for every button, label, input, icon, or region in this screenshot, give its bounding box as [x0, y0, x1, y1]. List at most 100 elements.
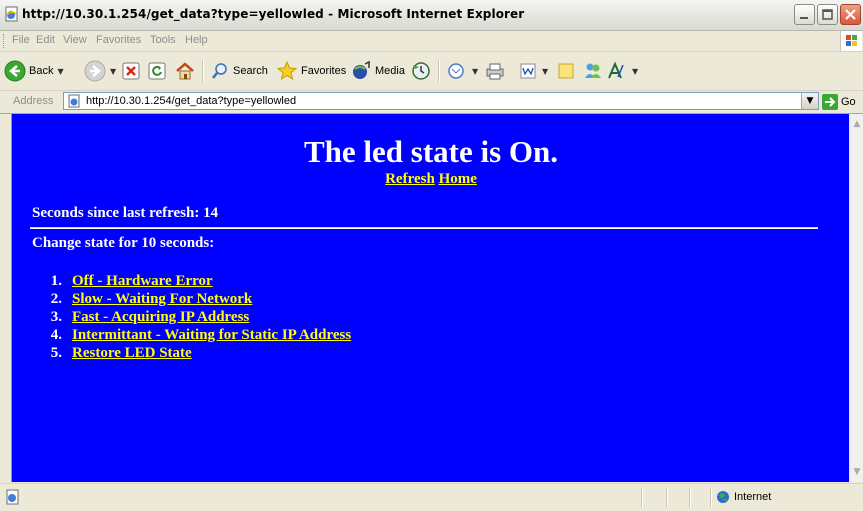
windows-logo-icon: [840, 31, 862, 51]
status-divider: [666, 487, 668, 507]
menu-tools[interactable]: Tools: [150, 34, 176, 46]
stop-icon: [122, 62, 140, 80]
mail-button[interactable]: ▼: [446, 59, 478, 83]
menu-grip[interactable]: [3, 34, 7, 48]
search-label: Search: [233, 65, 268, 77]
maximize-button[interactable]: [817, 4, 838, 25]
history-icon: [412, 62, 430, 80]
go-button[interactable]: Go: [822, 93, 856, 110]
home-icon: [176, 62, 194, 80]
menu-bar: File Edit View Favorites Tools Help: [0, 31, 863, 52]
edit-button[interactable]: ▼: [518, 59, 548, 83]
scroll-down-icon[interactable]: ▼: [850, 465, 863, 479]
list-number: 3.: [50, 309, 62, 325]
note-icon: [558, 63, 574, 79]
status-bar: Internet: [0, 483, 863, 511]
address-input[interactable]: http://10.30.1.254/get_data?type=yellowl…: [63, 92, 819, 110]
nav-links: Refresh Home: [12, 171, 850, 188]
refresh-link[interactable]: Refresh: [385, 171, 435, 187]
vertical-scrollbar[interactable]: ▲ ▼: [849, 114, 863, 482]
option-intermittent-link[interactable]: Intermittant - Waiting for Static IP Add…: [72, 327, 351, 343]
page-status-icon: [6, 489, 19, 505]
change-state-heading: Change state for 10 seconds:: [32, 235, 215, 251]
ie-page-icon: [5, 6, 18, 22]
list-number: 1.: [50, 273, 62, 289]
led-options-list: 1. Off - Hardware Error 2. Slow - Waiting …: [32, 273, 351, 363]
status-divider: [689, 487, 691, 507]
mail-dropdown-icon[interactable]: ▼: [472, 67, 478, 76]
menu-file[interactable]: File: [12, 34, 30, 46]
discuss-button[interactable]: [556, 59, 576, 83]
address-bar: Address http://10.30.1.254/get_data?type…: [0, 91, 863, 114]
window-title: http://10.30.1.254/get_data?type=yellowl…: [22, 7, 525, 21]
address-url[interactable]: http://10.30.1.254/get_data?type=yellowl…: [86, 95, 296, 107]
edit-dropdown-icon[interactable]: ▼: [542, 67, 548, 76]
menu-view[interactable]: View: [63, 34, 87, 46]
refresh-button[interactable]: [147, 59, 167, 83]
back-dropdown-icon[interactable]: ▼: [57, 67, 63, 76]
forward-button[interactable]: ▼: [84, 59, 116, 83]
forward-dropdown-icon[interactable]: ▼: [110, 67, 116, 76]
history-button[interactable]: [410, 59, 432, 83]
menu-help[interactable]: Help: [185, 34, 208, 46]
list-item: 1. Off - Hardware Error: [32, 273, 351, 291]
research-dropdown-icon[interactable]: ▼: [632, 67, 638, 76]
option-slow-link[interactable]: Slow - Waiting For Network: [72, 291, 252, 307]
horizontal-rule: [30, 227, 818, 229]
menu-edit[interactable]: Edit: [36, 34, 55, 46]
go-arrow-icon: [822, 93, 838, 110]
list-number: 4.: [50, 327, 62, 343]
media-label: Media: [375, 65, 405, 77]
search-icon: [212, 63, 227, 79]
back-label: Back: [29, 65, 54, 77]
list-item: 3. Fast - Acquiring IP Address: [32, 309, 351, 327]
zone-label: Internet: [734, 491, 772, 503]
list-item: 4. Intermittant - Waiting for Static IP A…: [32, 327, 351, 345]
list-number: 2.: [50, 291, 62, 307]
security-zone: Internet: [716, 490, 771, 504]
standard-toolbar: Back ▼ ▼ Search Favorites Media ▼ ▼ ▼: [0, 52, 863, 91]
favorites-star-icon: [276, 60, 298, 81]
messenger-icon: [585, 63, 601, 78]
stop-button[interactable]: [121, 59, 141, 83]
media-icon: [353, 60, 370, 79]
home-button[interactable]: [174, 59, 196, 83]
status-divider: [710, 487, 712, 507]
print-button[interactable]: [484, 59, 506, 83]
page-icon: [68, 94, 80, 108]
internet-globe-icon: [717, 491, 729, 503]
title-bar: http://10.30.1.254/get_data?type=yellowl…: [0, 0, 863, 31]
close-button[interactable]: [840, 4, 861, 25]
font-size-icon: [608, 61, 624, 79]
status-divider: [641, 487, 643, 507]
search-button[interactable]: Search: [210, 59, 268, 83]
address-dropdown-icon[interactable]: ▼: [801, 93, 818, 109]
toolbar-separator: [438, 60, 440, 82]
option-off-link[interactable]: Off - Hardware Error: [72, 273, 213, 289]
messenger-button[interactable]: [582, 59, 604, 83]
refresh-icon: [148, 62, 166, 80]
toolbar-separator: [202, 60, 204, 82]
page-content: The led state is On. Refresh Home Second…: [11, 114, 850, 482]
favorites-button[interactable]: Favorites: [276, 59, 346, 83]
favorites-label: Favorites: [301, 65, 347, 77]
print-icon: [486, 63, 504, 80]
address-label: Address: [13, 95, 54, 107]
list-item: 5. Restore LED State: [32, 345, 351, 363]
scroll-up-icon[interactable]: ▲: [850, 117, 863, 131]
back-arrow-icon: [4, 60, 26, 82]
go-label: Go: [841, 95, 856, 108]
home-link[interactable]: Home: [439, 171, 477, 187]
option-fast-link[interactable]: Fast - Acquiring IP Address: [72, 309, 249, 325]
back-button[interactable]: Back ▼: [4, 59, 64, 83]
option-restore-link[interactable]: Restore LED State: [72, 345, 192, 361]
minimize-button[interactable]: [794, 4, 815, 25]
word-edit-icon: [520, 63, 536, 79]
page-heading: The led state is On.: [303, 134, 559, 169]
menu-favorites[interactable]: Favorites: [96, 34, 141, 46]
research-button[interactable]: ▼: [606, 59, 638, 83]
list-item: 2. Slow - Waiting For Network: [32, 291, 351, 309]
media-button[interactable]: Media: [350, 59, 405, 83]
mail-icon: [448, 63, 464, 79]
forward-arrow-icon: [84, 60, 106, 82]
